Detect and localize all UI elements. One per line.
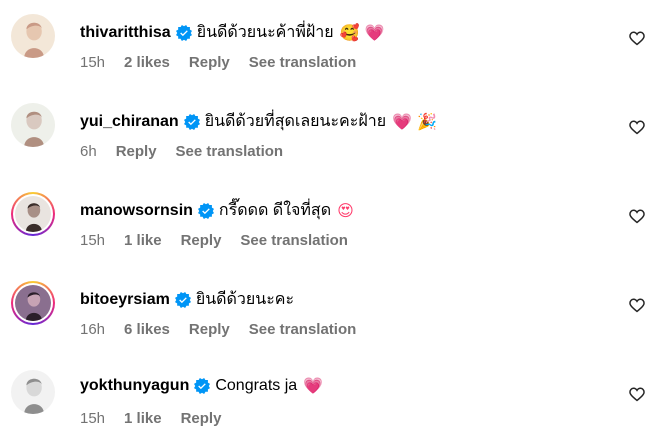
comment-meta: 6h Reply See translation	[80, 143, 302, 160]
comment-header: yokthunyagun Congrats ja 💗	[80, 376, 323, 395]
comment-item: manowsornsin กรี๊ดดด ดีใจที่สุด 😍 15h 1 like…	[0, 178, 658, 267]
comment-emoji: 💗	[303, 376, 324, 395]
comment-timestamp[interactable]: 15h	[80, 54, 105, 71]
username-link[interactable]: thivaritthisa	[80, 24, 171, 42]
heart-outline-icon[interactable]	[628, 385, 646, 403]
reply-button[interactable]: Reply	[189, 54, 230, 71]
heart-outline-icon[interactable]	[628, 296, 646, 314]
avatar-frame	[11, 370, 55, 414]
verified-badge-icon	[175, 24, 192, 41]
comment-text: ยินดีด้วยที่สุดเลยนะคะฝ้าย	[204, 113, 387, 130]
verified-badge-icon	[194, 377, 211, 394]
comment-item: bitoeyrsiam ยินดีด้วยนะคะ 16h 6 likes Reply S…	[0, 267, 658, 356]
avatar-frame	[13, 283, 53, 323]
avatar-image	[15, 285, 51, 321]
heart-outline-icon[interactable]	[628, 118, 646, 136]
verified-badge-icon	[197, 202, 214, 219]
comment-text: กรี๊ดดด ดีใจที่สุด	[218, 202, 332, 219]
comment-header: bitoeyrsiam ยินดีด้วยนะคะ	[80, 287, 294, 312]
avatar-image	[15, 196, 51, 232]
comment-header: thivaritthisa ยินดีด้วยนะค้าพี่ฝ้าย 🥰 💗	[80, 20, 385, 45]
heart-outline-icon[interactable]	[628, 29, 646, 47]
comment-emoji: 💗 🎉	[392, 112, 438, 131]
see-translation-button[interactable]: See translation	[176, 143, 284, 160]
comment-text: Congrats ja	[215, 376, 298, 394]
comment-emoji: 😍	[337, 201, 354, 220]
comment-item: thivaritthisa ยินดีด้วยนะค้าพี่ฝ้าย 🥰 💗 15h…	[0, 0, 658, 89]
avatar[interactable]	[11, 281, 55, 325]
avatar[interactable]	[11, 370, 55, 414]
comment-timestamp[interactable]: 15h	[80, 410, 105, 427]
verified-badge-icon	[183, 113, 200, 130]
see-translation-button[interactable]: See translation	[240, 232, 348, 249]
username-link[interactable]: yui_chiranan	[80, 113, 179, 131]
comment-meta: 16h 6 likes Reply See translation	[80, 321, 375, 338]
username-link[interactable]: yokthunyagun	[80, 377, 189, 395]
comment-meta: 15h 1 like Reply	[80, 410, 240, 427]
comment-meta: 15h 2 likes Reply See translation	[80, 54, 375, 71]
avatar-frame	[13, 194, 53, 234]
heart-outline-icon[interactable]	[628, 207, 646, 225]
likes-count-button[interactable]: 1 like	[124, 410, 162, 427]
likes-count-button[interactable]: 1 like	[124, 232, 162, 249]
likes-count-button[interactable]: 2 likes	[124, 54, 170, 71]
username-link[interactable]: bitoeyrsiam	[80, 291, 170, 309]
avatar[interactable]	[11, 14, 55, 58]
avatar-image	[11, 14, 55, 58]
avatar[interactable]	[11, 192, 55, 236]
comment-text: ยินดีด้วยนะคะ	[195, 291, 295, 308]
comment-timestamp[interactable]: 6h	[80, 143, 97, 160]
avatar-frame	[11, 14, 55, 58]
comment-header: manowsornsin กรี๊ดดด ดีใจที่สุด 😍	[80, 198, 354, 223]
see-translation-button[interactable]: See translation	[249, 54, 357, 71]
comment-timestamp[interactable]: 15h	[80, 232, 105, 249]
likes-count-button[interactable]: 6 likes	[124, 321, 170, 338]
comment-meta: 15h 1 like Reply See translation	[80, 232, 367, 249]
comment-item: yokthunyagun Congrats ja 💗 15h 1 like Reply	[0, 356, 658, 445]
reply-button[interactable]: Reply	[181, 232, 222, 249]
comment-timestamp[interactable]: 16h	[80, 321, 105, 338]
reply-button[interactable]: Reply	[116, 143, 157, 160]
avatar-image	[11, 103, 55, 147]
reply-button[interactable]: Reply	[189, 321, 230, 338]
comment-header: yui_chiranan ยินดีด้วยที่สุดเลยนะคะฝ้าย 💗 …	[80, 109, 437, 134]
avatar[interactable]	[11, 103, 55, 147]
verified-badge-icon	[174, 291, 191, 308]
username-link[interactable]: manowsornsin	[80, 202, 193, 220]
comment-item: yui_chiranan ยินดีด้วยที่สุดเลยนะคะฝ้าย 💗 …	[0, 89, 658, 178]
reply-button[interactable]: Reply	[181, 410, 222, 427]
avatar-frame	[11, 103, 55, 147]
comment-text: ยินดีด้วยนะค้าพี่ฝ้าย	[196, 24, 334, 41]
avatar-image	[11, 370, 55, 414]
see-translation-button[interactable]: See translation	[249, 321, 357, 338]
comment-emoji: 🥰 💗	[339, 23, 385, 42]
